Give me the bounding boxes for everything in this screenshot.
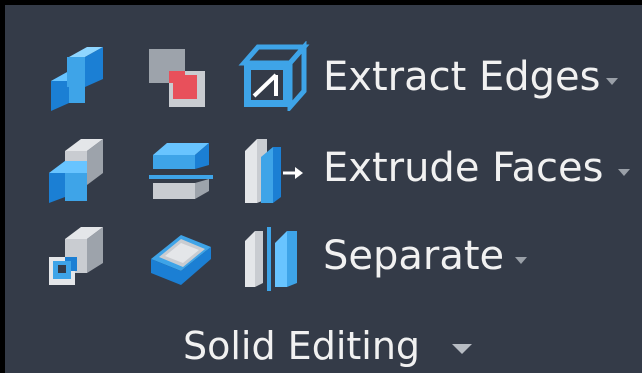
subtract-icon[interactable] — [147, 47, 209, 111]
extrude-faces-label[interactable]: Extrude Faces — [323, 148, 603, 188]
slice-icon[interactable] — [147, 139, 213, 205]
interfere-icon[interactable] — [45, 225, 107, 291]
panel-title[interactable]: Solid Editing — [183, 327, 420, 365]
extract-edges-icon[interactable] — [238, 41, 310, 111]
extract-edges-dropdown-icon[interactable] — [606, 78, 618, 85]
solid-editing-panel: Extract Edges Extrude Faces Separate Sol… — [0, 0, 642, 373]
separate-label[interactable]: Separate — [323, 236, 504, 276]
union-icon[interactable] — [45, 45, 107, 111]
extract-edges-label[interactable]: Extract Edges — [323, 57, 600, 97]
extrude-faces-dropdown-icon[interactable] — [618, 169, 630, 176]
panel-expand-icon[interactable] — [452, 344, 472, 354]
intersect-icon[interactable] — [45, 137, 107, 205]
extrude-faces-icon[interactable] — [243, 137, 305, 205]
shell-icon[interactable] — [147, 231, 215, 287]
separate-icon[interactable] — [243, 227, 305, 291]
separate-dropdown-icon[interactable] — [515, 257, 527, 264]
